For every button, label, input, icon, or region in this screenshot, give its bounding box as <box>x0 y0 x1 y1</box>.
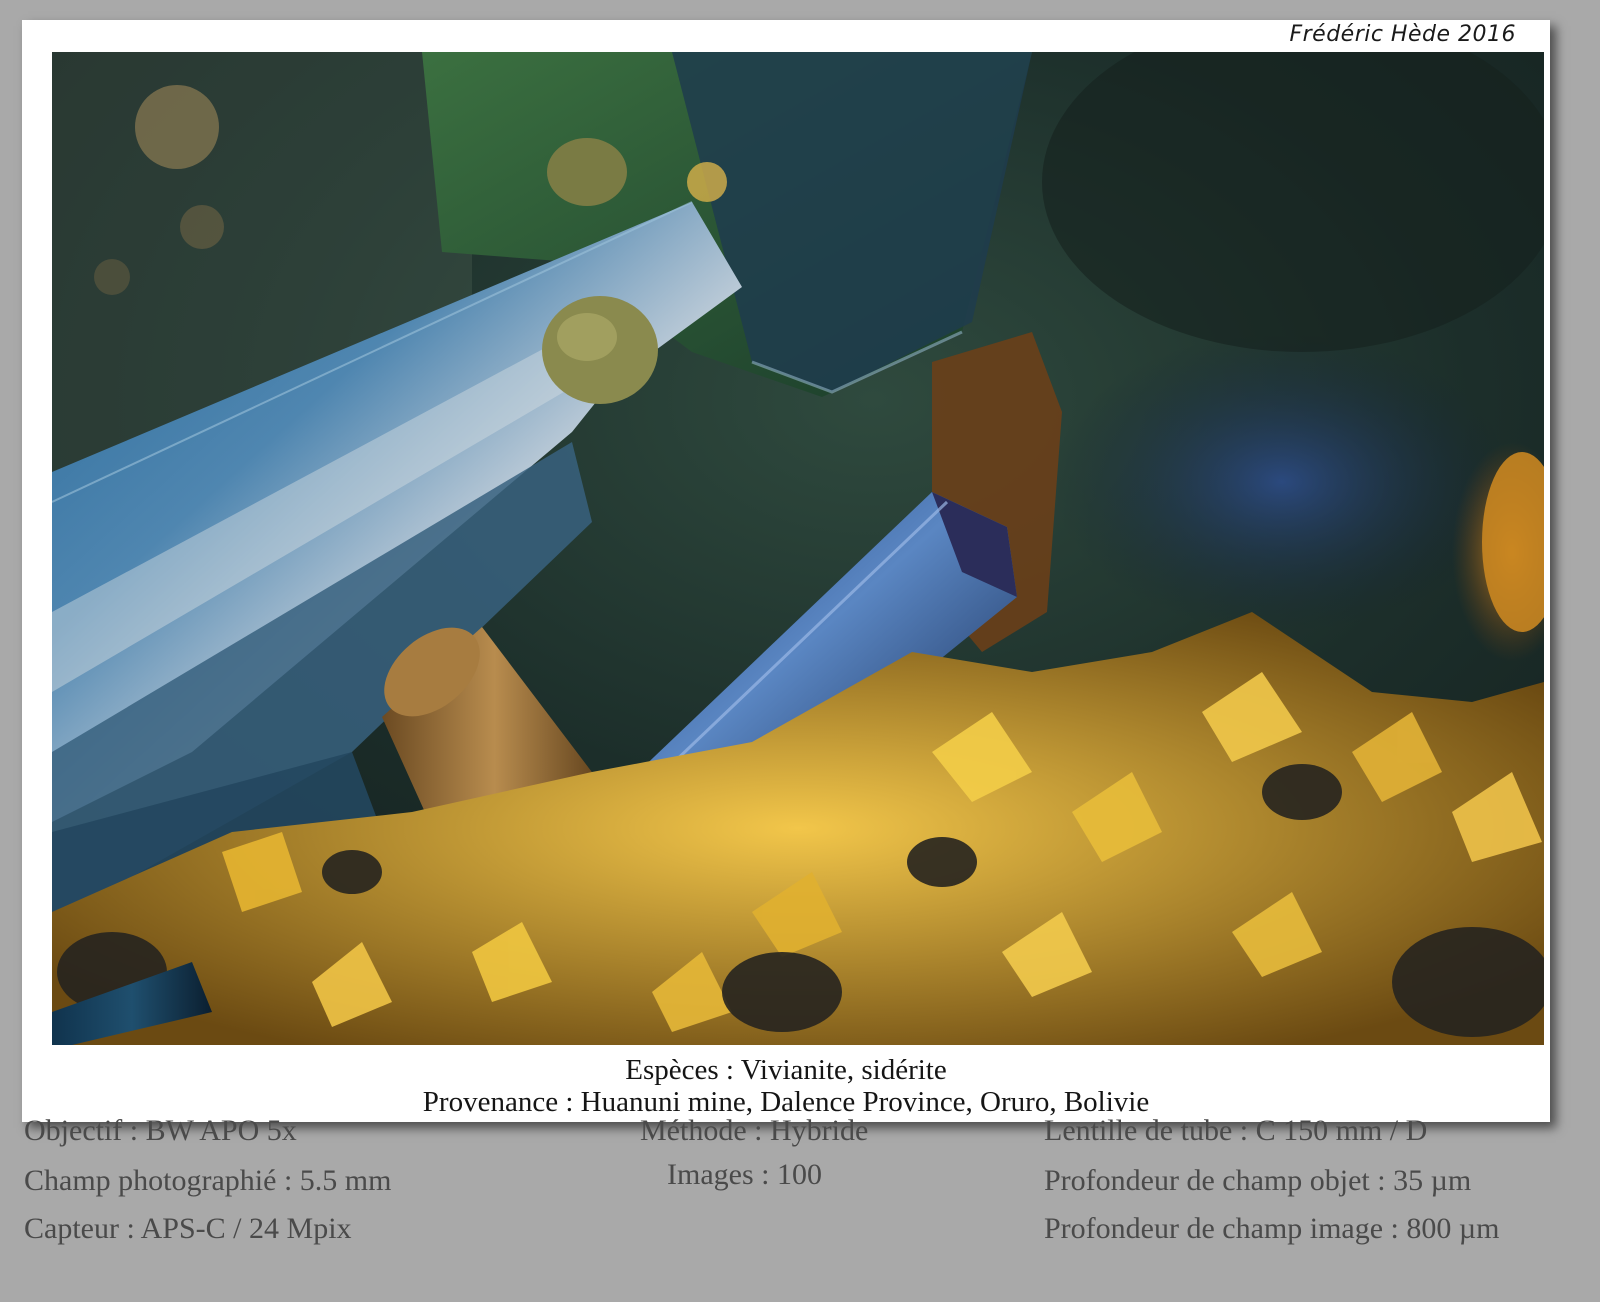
spec-methode: Méthode : Hybride <box>640 1114 869 1147</box>
photo-card: Frédéric Hède 2016 Espèces: Vivianite, … <box>22 20 1550 1122</box>
photographer-credit: Frédéric Hède 2016 <box>1289 22 1516 47</box>
spec-champ: Champ photographié : 5.5 mm <box>24 1164 392 1197</box>
mineral-photo-illustration <box>52 52 1544 1045</box>
spec-capteur: Capteur : APS-C / 24 Mpix <box>24 1212 352 1245</box>
spec-lentille: Lentille de tube : C 150 mm / D <box>1044 1114 1428 1147</box>
spec-objectif: Objectif : BW APO 5x <box>24 1114 297 1147</box>
spec-profondeur-image: Profondeur de champ image : 800 µm <box>1044 1212 1500 1245</box>
species-caption: Espèces : Vivianite, sidérite <box>625 1054 947 1086</box>
spec-images: Images : 100 <box>667 1158 822 1191</box>
spec-profondeur-objet: Profondeur de champ objet : 35 µm <box>1044 1164 1472 1197</box>
mineral-photo <box>52 52 1544 1045</box>
